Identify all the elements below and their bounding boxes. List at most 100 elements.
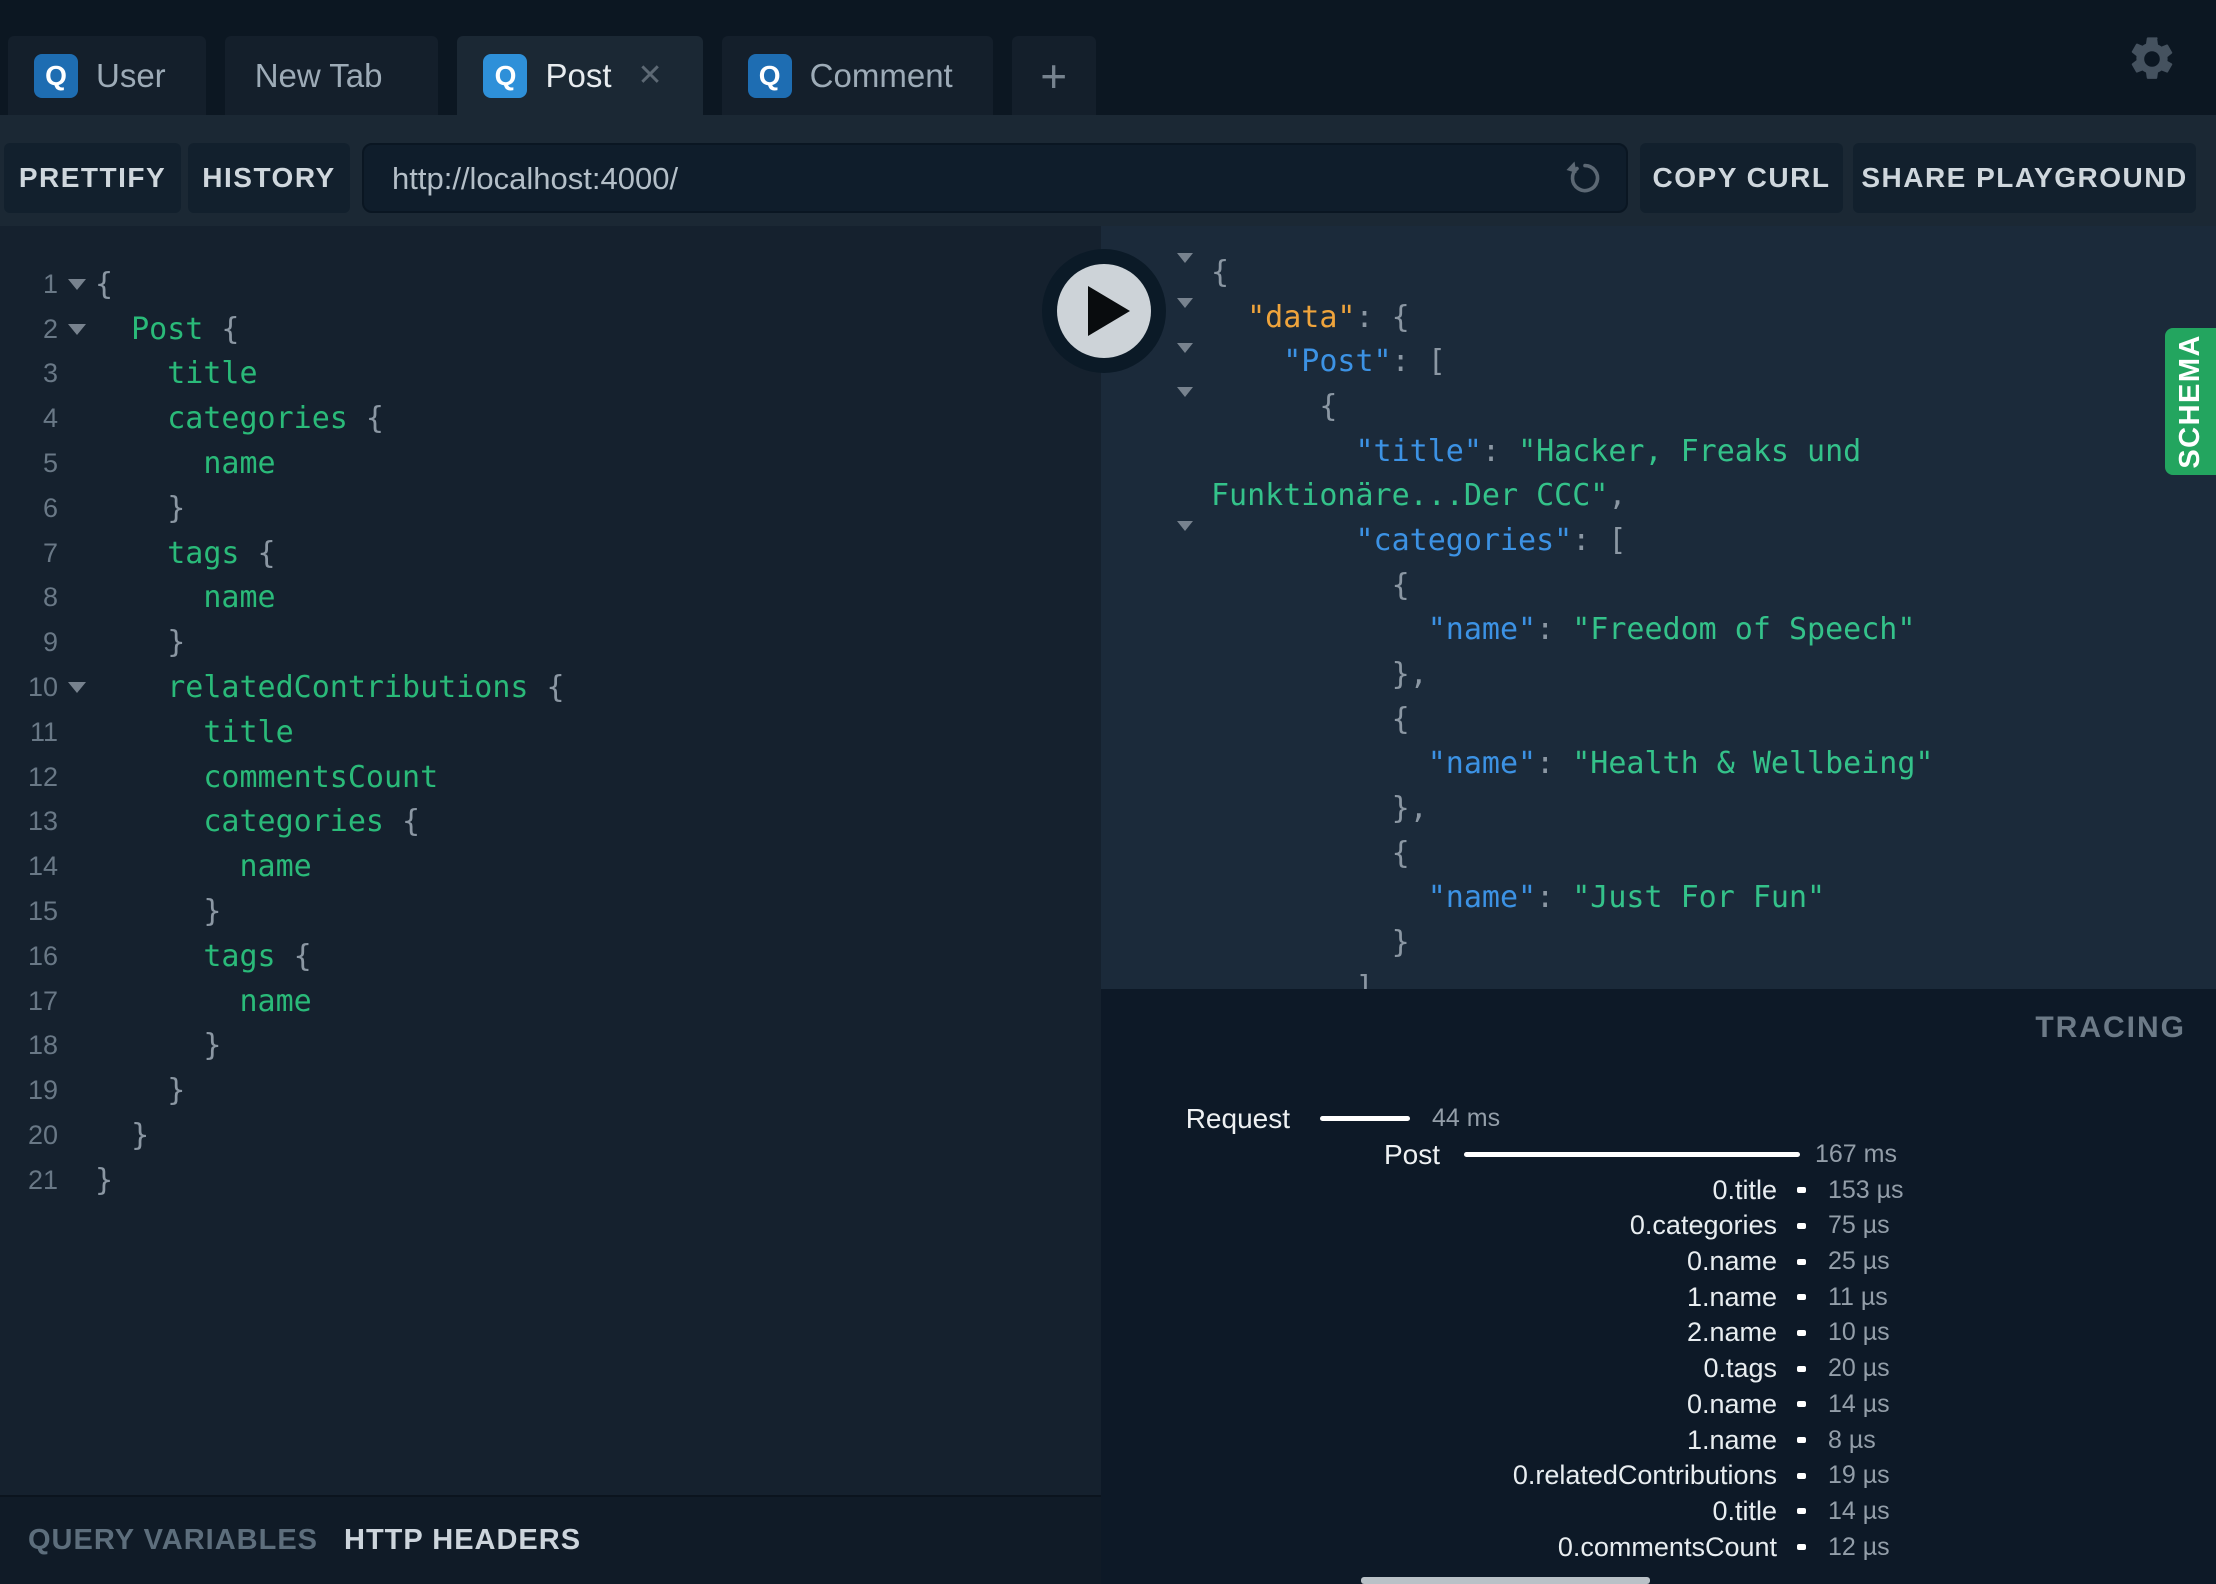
play-button-circle bbox=[1057, 264, 1151, 358]
line-number: 11 bbox=[29, 716, 58, 747]
tab-label: User bbox=[96, 56, 166, 94]
trace-span-label: Post bbox=[1383, 1138, 1440, 1170]
trace-span-duration: 44 ms bbox=[1432, 1104, 1501, 1133]
line-number: 12 bbox=[27, 761, 58, 792]
new-tab-plus-button[interactable]: + bbox=[1011, 36, 1096, 115]
fold-arrow-icon[interactable] bbox=[67, 682, 86, 694]
line-number: 9 bbox=[42, 627, 58, 658]
duration-marker bbox=[1797, 1294, 1806, 1301]
code-text: categories { bbox=[167, 401, 384, 437]
fold-arrow-icon[interactable] bbox=[67, 278, 86, 290]
trace-row: 2.name 10 µs bbox=[1101, 1315, 2216, 1351]
code-text: } bbox=[95, 1118, 150, 1154]
code-text: } bbox=[95, 625, 186, 661]
code-text: categories { bbox=[203, 804, 421, 840]
code-line: 4 categories { bbox=[0, 396, 1101, 441]
code-text: title bbox=[167, 356, 258, 392]
response-text: } bbox=[1211, 925, 1410, 961]
tab-comment[interactable]: Q Comment bbox=[721, 36, 993, 115]
code-text: } bbox=[95, 1028, 222, 1064]
trace-row: Request 44 ms bbox=[1101, 1101, 2216, 1137]
response-line: { bbox=[1101, 697, 2216, 742]
code-line: 6 } bbox=[0, 486, 1101, 531]
line-number: 4 bbox=[42, 403, 58, 434]
schema-tab-label: SCHEMA bbox=[2174, 334, 2206, 469]
trace-span-label: Request bbox=[1185, 1102, 1290, 1134]
copy-curl-button[interactable]: COPY CURL bbox=[1640, 143, 1843, 213]
schema-side-tab[interactable]: SCHEMA bbox=[2165, 328, 2216, 475]
fold-arrow-icon[interactable] bbox=[1177, 521, 1193, 549]
line-number: 20 bbox=[27, 1120, 58, 1151]
prettify-button[interactable]: PRETTIFY bbox=[4, 143, 181, 213]
trace-row: 0.title 153 µs bbox=[1101, 1172, 2216, 1208]
share-playground-button[interactable]: SHARE PLAYGROUND bbox=[1853, 143, 2196, 213]
tracing-spans: Request 44 ms Post 167 ms 0.title 153 µs 0.cat… bbox=[1101, 1101, 2216, 1565]
code-line: 21} bbox=[0, 1158, 1101, 1203]
code-line: 18 } bbox=[0, 1024, 1101, 1069]
endpoint-url-input[interactable] bbox=[390, 145, 1524, 213]
response-json: { "data": { "Post": [ { "title": "Hacker… bbox=[1101, 226, 2216, 989]
code-line: 7 tags { bbox=[0, 531, 1101, 576]
history-button[interactable]: HISTORY bbox=[188, 143, 350, 213]
refresh-schema-icon[interactable] bbox=[1564, 158, 1604, 198]
trace-row: 0.name 14 µs bbox=[1101, 1387, 2216, 1423]
query-editor-pane[interactable]: 1{2 Post {3 title 4 categories {5 name 6 }… bbox=[0, 226, 1101, 1495]
response-text: "name": "Just For Fun" bbox=[1427, 880, 1826, 916]
line-number: 8 bbox=[42, 582, 58, 613]
trace-span-label: 0.name bbox=[1686, 1388, 1777, 1419]
response-line: ] bbox=[1101, 965, 2216, 989]
response-text: }, bbox=[1211, 791, 1428, 827]
code-text: name bbox=[239, 849, 312, 885]
fold-gutter bbox=[1177, 521, 1193, 549]
trace-span-label: 1.name bbox=[1686, 1281, 1777, 1312]
response-line: { bbox=[1101, 384, 2216, 429]
editor-bottom-bar: QUERY VARIABLES HTTP HEADERS bbox=[0, 1495, 1101, 1584]
response-text: Funktionäre...Der CCC", bbox=[1211, 478, 1627, 514]
fold-gutter bbox=[1177, 298, 1193, 326]
tab-label: Post bbox=[545, 56, 612, 94]
duration-bar bbox=[1464, 1152, 1800, 1158]
code-line: 13 categories { bbox=[0, 800, 1101, 845]
response-text: "name": "Freedom of Speech" bbox=[1427, 612, 1916, 648]
code-text: commentsCount bbox=[203, 759, 439, 795]
response-line: }, bbox=[1101, 652, 2216, 697]
line-number: 5 bbox=[42, 448, 58, 479]
fold-arrow-icon[interactable] bbox=[1177, 298, 1193, 326]
http-headers-tab[interactable]: HTTP HEADERS bbox=[344, 1524, 581, 1557]
code-text: tags { bbox=[167, 535, 276, 571]
trace-span-label: 0.name bbox=[1686, 1246, 1777, 1277]
code-text: tags { bbox=[203, 938, 312, 974]
line-number: 6 bbox=[42, 492, 58, 523]
query-variables-tab[interactable]: QUERY VARIABLES bbox=[28, 1524, 318, 1557]
code-text: name bbox=[239, 983, 312, 1019]
tab-user[interactable]: Q User bbox=[8, 36, 206, 115]
horizontal-scrollbar[interactable] bbox=[1361, 1577, 1650, 1584]
fold-arrow-icon[interactable] bbox=[1177, 253, 1193, 281]
fold-arrow-icon[interactable] bbox=[67, 323, 86, 335]
settings-gear-icon[interactable] bbox=[2126, 33, 2178, 85]
code-line: 14 name bbox=[0, 844, 1101, 889]
trace-span-label: 0.categories bbox=[1629, 1210, 1777, 1241]
response-text: { bbox=[1211, 835, 1410, 871]
play-icon bbox=[1088, 286, 1130, 336]
line-number: 18 bbox=[27, 1030, 58, 1061]
line-number: 17 bbox=[27, 985, 58, 1016]
fold-gutter bbox=[58, 682, 95, 694]
trace-row: 0.name 25 µs bbox=[1101, 1244, 2216, 1280]
query-editor-code: 1{2 Post {3 title 4 categories {5 name 6 }… bbox=[0, 226, 1101, 1203]
tab-post[interactable]: Q Post ✕ bbox=[457, 36, 703, 115]
response-line: } bbox=[1101, 920, 2216, 965]
trace-row: 0.tags 20 µs bbox=[1101, 1351, 2216, 1387]
trace-span-duration: 11 µs bbox=[1828, 1282, 1888, 1311]
fold-arrow-icon[interactable] bbox=[1177, 342, 1193, 370]
fold-arrow-icon[interactable] bbox=[1177, 387, 1193, 415]
response-text: ] bbox=[1211, 969, 1374, 989]
response-line: "categories": [ bbox=[1101, 518, 2216, 563]
execute-query-button[interactable] bbox=[1042, 249, 1166, 373]
code-line: 12 commentsCount bbox=[0, 755, 1101, 800]
close-tab-icon[interactable]: ✕ bbox=[638, 58, 663, 93]
code-line: 16 tags { bbox=[0, 934, 1101, 979]
trace-span-label: 0.title bbox=[1712, 1495, 1777, 1526]
code-line: 11 title bbox=[0, 710, 1101, 755]
tab-new-tab[interactable]: New Tab bbox=[224, 36, 439, 115]
